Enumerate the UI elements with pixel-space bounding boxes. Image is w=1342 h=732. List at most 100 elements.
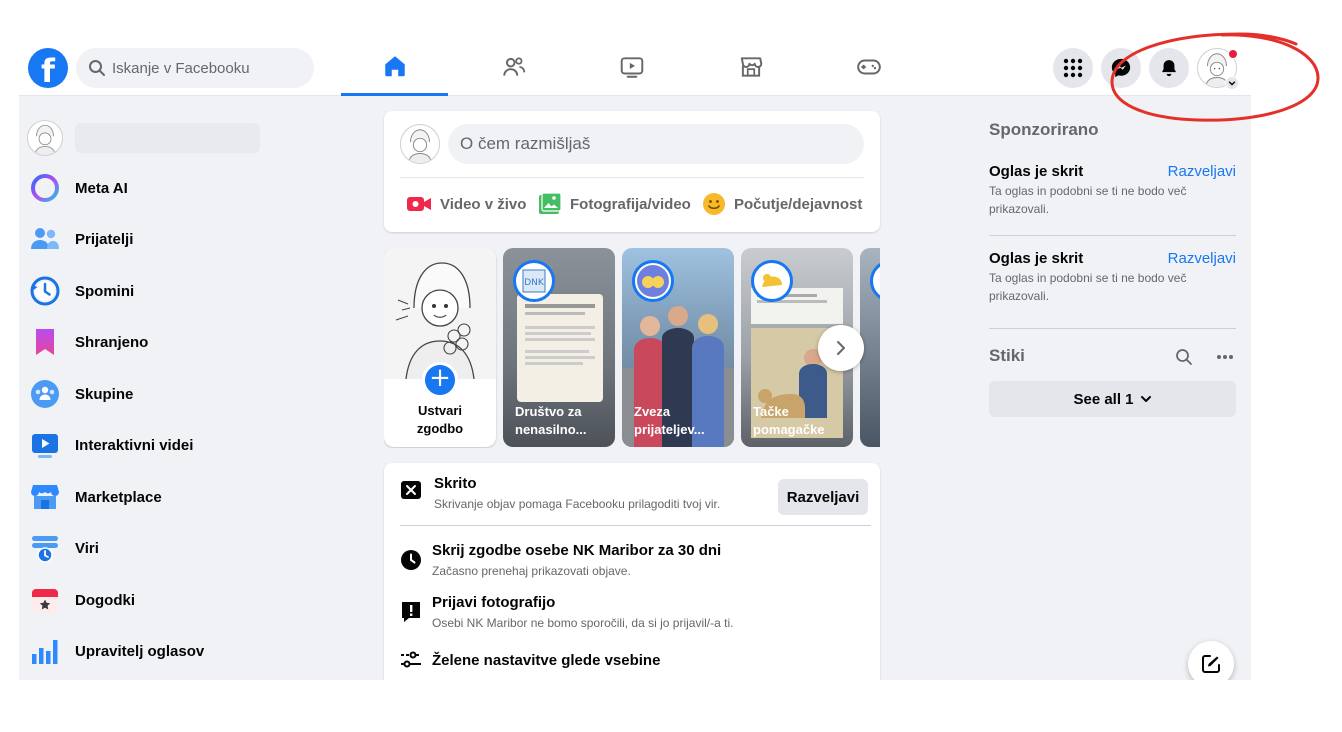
- story-card[interactable]: Zveza prijateljev...: [622, 248, 734, 447]
- story-avatar: [751, 260, 793, 302]
- see-all-label: See all 1: [1073, 390, 1134, 408]
- menu-button[interactable]: [1053, 48, 1093, 88]
- menu-grid-icon: [1063, 58, 1083, 78]
- sidebar-item-saved[interactable]: Shranjeno: [27, 320, 357, 364]
- tab-video[interactable]: [578, 38, 685, 96]
- sidebar-item-events[interactable]: Dogodki: [27, 578, 357, 622]
- live-video-icon: [407, 197, 431, 211]
- search-icon[interactable]: [1175, 348, 1193, 366]
- chevron-down-icon: [1140, 396, 1151, 402]
- clock-icon: [401, 550, 421, 570]
- sidebar-item-label: Interaktivni videi: [75, 436, 194, 454]
- facebook-app: f Iskanje v Facebooku Meta AI Prijatelji…: [19, 38, 1251, 680]
- sidebar-item-label: Spomini: [75, 282, 135, 300]
- stories-tray: + Ustvari zgodbo DNK Društvo za nenasilno.…: [384, 248, 880, 448]
- sidebar-item-label: Prijatelji: [75, 230, 134, 248]
- post-composer: O čem razmišljaš Video v živo Fotografij…: [384, 111, 880, 232]
- more-options-icon[interactable]: [1216, 354, 1234, 360]
- report-photo-option-title[interactable]: Prijavi fotografijo: [432, 594, 555, 611]
- video-icon: [32, 434, 58, 458]
- memories-icon: [30, 276, 60, 306]
- profile-avatar: [27, 120, 63, 156]
- live-video-button[interactable]: Video v živo: [406, 189, 526, 219]
- sidebar-item-memories[interactable]: Spomini: [27, 269, 357, 313]
- story-avatar: [632, 260, 674, 302]
- sidebar-item-label: Meta AI: [75, 179, 128, 197]
- sidebar-item-feeds[interactable]: Viri: [27, 526, 357, 570]
- feeling-activity-button[interactable]: Počutje/dejavnost: [702, 189, 862, 219]
- sidebar-item-marketplace[interactable]: Marketplace: [27, 475, 357, 519]
- snooze-option-title[interactable]: Skrij zgodbe osebe NK Maribor za 30 dni: [432, 542, 721, 559]
- tab-home[interactable]: [341, 38, 448, 96]
- notification-dot: [1228, 49, 1238, 59]
- sidebar-item-interactive-videos[interactable]: Interaktivni videi: [27, 423, 357, 467]
- profile-name-redacted: [75, 123, 260, 153]
- tab-friends[interactable]: [460, 38, 567, 96]
- story-title: Zveza prijateljev...: [634, 404, 705, 437]
- facebook-logo[interactable]: f: [28, 48, 68, 88]
- story-avatar: [870, 260, 880, 302]
- ad-hidden-title: Oglas je skrit: [989, 163, 1084, 180]
- search-icon: [89, 60, 105, 76]
- sidebar-item-friends[interactable]: Prijatelji: [27, 217, 357, 261]
- search-box[interactable]: [76, 48, 314, 88]
- top-navigation-bar: f: [19, 38, 1251, 96]
- groups-icon: [31, 380, 59, 408]
- composer-input[interactable]: O čem razmišljaš: [448, 124, 864, 164]
- new-message-button[interactable]: [1188, 641, 1234, 680]
- gaming-icon: [856, 59, 881, 75]
- hidden-post-subtitle: Skrivanje objav pomaga Facebooku prilago…: [434, 497, 721, 511]
- snooze-option-subtitle: Začasno prenehaj prikazovati objave.: [432, 564, 631, 578]
- sidebar-item-label: Viri: [75, 539, 99, 557]
- video-icon: [620, 57, 643, 78]
- feeds-icon: [32, 536, 58, 563]
- sidebar-item-label: Marketplace: [75, 488, 162, 506]
- close-square-icon: [401, 481, 421, 499]
- marketplace-icon: [740, 57, 762, 77]
- ad-undo-link[interactable]: Razveljavi: [1168, 250, 1236, 267]
- story-profile-drawing: [384, 248, 496, 380]
- ad-hidden-subtitle: Ta oglas in podobni se ti ne bodo več pr…: [989, 271, 1187, 303]
- add-story-icon: +: [422, 362, 458, 398]
- hidden-post-title: Skrito: [434, 475, 477, 492]
- settings-sliders-icon: [401, 651, 421, 668]
- see-all-contacts-button[interactable]: See all 1: [989, 381, 1236, 417]
- profile-button[interactable]: [1197, 48, 1239, 90]
- stories-next-button[interactable]: [818, 325, 864, 371]
- ads-manager-icon: [32, 640, 58, 664]
- saved-icon: [36, 329, 54, 355]
- search-input[interactable]: [112, 48, 307, 88]
- story-title: Tačke pomagačke: [753, 404, 825, 437]
- content-preferences-option-title[interactable]: Želene nastavitve glede vsebine: [432, 652, 660, 669]
- undo-hide-button[interactable]: Razveljavi: [778, 479, 868, 515]
- home-icon: [384, 55, 405, 76]
- sidebar-item-meta-ai[interactable]: Meta AI: [27, 166, 357, 210]
- events-icon: [32, 589, 58, 613]
- friends-icon: [31, 228, 59, 249]
- sidebar-item-groups[interactable]: Skupine: [27, 372, 357, 416]
- divider: [989, 235, 1236, 236]
- messenger-button[interactable]: [1101, 48, 1141, 88]
- ad-undo-link[interactable]: Razveljavi: [1168, 163, 1236, 180]
- chevron-down-icon: [1228, 81, 1236, 86]
- story-post-image: [517, 294, 603, 402]
- photo-video-button[interactable]: Fotografija/video: [538, 189, 691, 219]
- divider: [989, 328, 1236, 329]
- sponsored-heading: Sponzorirano: [989, 120, 1099, 139]
- report-photo-option-subtitle: Osebi NK Maribor ne bomo sporočili, da s…: [432, 616, 734, 630]
- tab-gaming[interactable]: [815, 38, 922, 96]
- account-chevron: [1225, 76, 1239, 90]
- photo-icon: [539, 192, 562, 214]
- sidebar-item-profile[interactable]: [27, 116, 357, 160]
- sidebar-item-label: Upravitelj oglasov: [75, 642, 205, 660]
- create-story-label: Ustvari zgodbo: [416, 403, 464, 436]
- notifications-button[interactable]: [1149, 48, 1189, 88]
- sidebar-item-ads-manager[interactable]: Upravitelj oglasov: [27, 629, 357, 673]
- story-card[interactable]: DNK Društvo za nenasilno...: [503, 248, 615, 447]
- sidebar-item-label: Shranjeno: [75, 333, 149, 351]
- report-icon: [402, 602, 420, 622]
- create-story-card[interactable]: + Ustvari zgodbo: [384, 248, 496, 447]
- sidebar-item-label: Skupine: [75, 385, 134, 403]
- left-sidebar: Meta AI Prijatelji Spomini Shranjeno Sku…: [19, 96, 369, 680]
- tab-marketplace[interactable]: [697, 38, 804, 96]
